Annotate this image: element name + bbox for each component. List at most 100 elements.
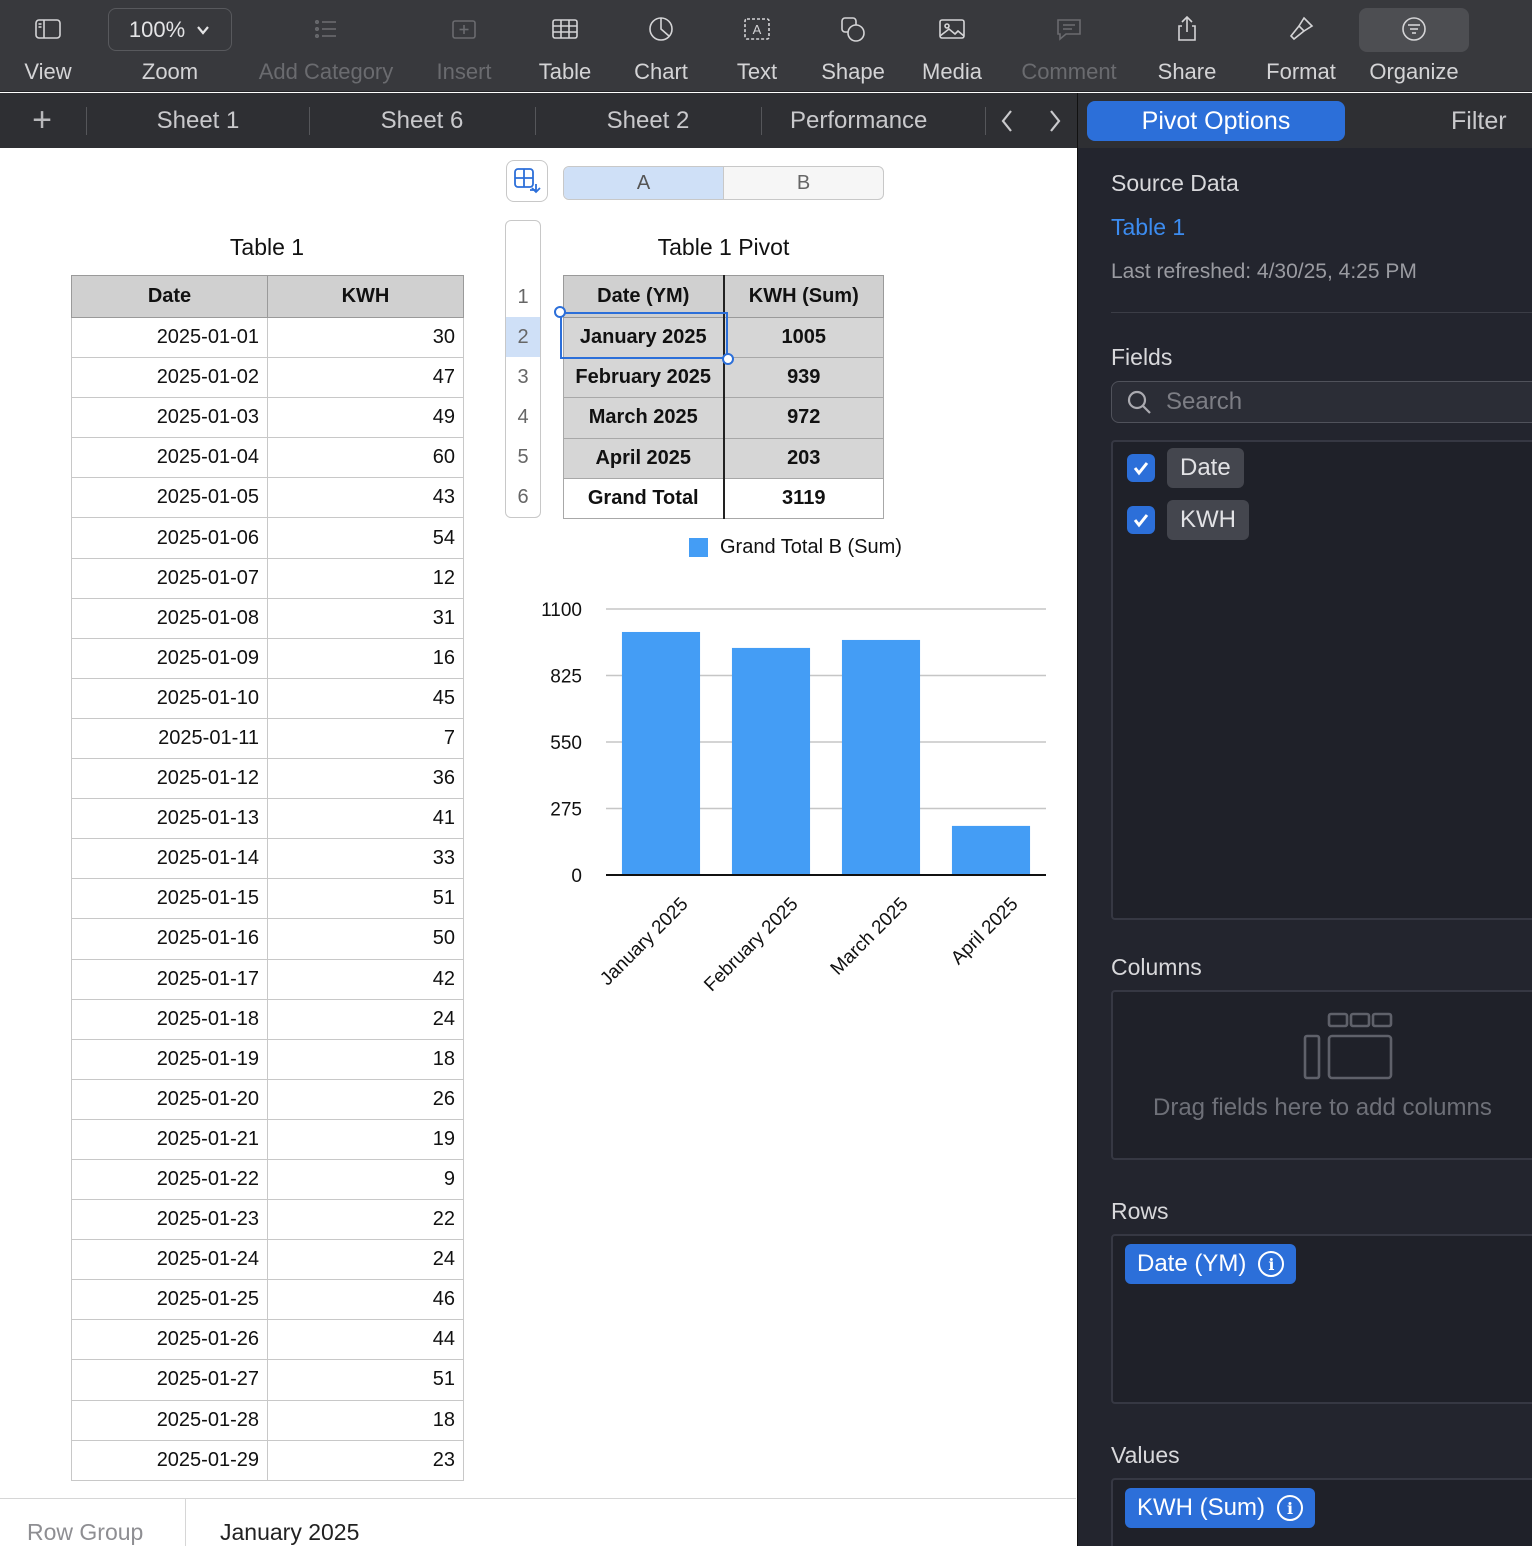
kwh-cell[interactable]: 51 — [267, 878, 464, 920]
date-cell[interactable]: 2025-01-28 — [71, 1399, 268, 1441]
kwh-cell[interactable]: 19 — [267, 1118, 464, 1160]
date-cell[interactable]: 2025-01-27 — [71, 1359, 268, 1401]
date-cell[interactable]: 2025-01-03 — [71, 397, 268, 439]
pivot-cell[interactable]: 1005 — [723, 316, 884, 359]
pivot-cell[interactable]: 203 — [723, 437, 884, 479]
table-button[interactable]: Table — [530, 0, 600, 92]
kwh-cell[interactable]: 24 — [267, 1239, 464, 1281]
format-button[interactable]: Format — [1260, 0, 1342, 92]
kwh-cell[interactable]: 16 — [267, 637, 464, 679]
date-cell[interactable]: 2025-01-07 — [71, 557, 268, 599]
field-item-kwh[interactable]: KWH — [1127, 500, 1249, 540]
comment-button[interactable]: Comment — [1016, 0, 1122, 92]
date-cell[interactable]: 2025-01-15 — [71, 878, 268, 920]
field-pill-date[interactable]: Date — [1167, 448, 1244, 488]
kwh-cell[interactable]: 33 — [267, 838, 464, 880]
date-cell[interactable]: 2025-01-17 — [71, 958, 268, 1000]
date-cell[interactable]: 2025-01-22 — [71, 1158, 268, 1201]
add-sheet-button[interactable]: + — [0, 93, 84, 148]
info-icon[interactable]: i — [1277, 1495, 1303, 1521]
pivot-total-label[interactable]: Grand Total — [563, 477, 725, 519]
tab-sheet-6[interactable]: Sheet 6 — [310, 93, 534, 148]
kwh-cell[interactable]: 23 — [267, 1439, 464, 1481]
kwh-cell[interactable]: 47 — [267, 357, 464, 399]
date-cell[interactable]: 2025-01-05 — [71, 477, 268, 519]
kwh-cell[interactable]: 22 — [267, 1199, 464, 1241]
kwh-cell[interactable]: 49 — [267, 397, 464, 439]
zoom-select[interactable]: 100% — [108, 8, 232, 51]
kwh-cell[interactable]: 9 — [267, 1158, 464, 1201]
info-icon[interactable]: i — [1258, 1251, 1285, 1277]
chart-button[interactable]: Chart — [626, 0, 696, 92]
kwh-cell[interactable]: 41 — [267, 798, 464, 840]
selection-handle-top-left[interactable] — [554, 306, 566, 318]
kwh-cell[interactable]: 51 — [267, 1359, 464, 1401]
table-options-button[interactable] — [506, 160, 548, 202]
date-cell[interactable]: 2025-01-29 — [71, 1439, 268, 1481]
field-checkbox-date[interactable] — [1127, 454, 1155, 482]
values-field-pill[interactable]: KWH (Sum) i — [1125, 1488, 1315, 1528]
selection-handle-bottom-right[interactable] — [722, 353, 734, 365]
row-header-2[interactable]: 2 — [506, 317, 540, 357]
kwh-cell[interactable]: 12 — [267, 557, 464, 599]
date-cell[interactable]: 2025-01-01 — [71, 316, 268, 359]
table1-header-kwh[interactable]: KWH — [267, 275, 464, 318]
date-cell[interactable]: 2025-01-02 — [71, 357, 268, 399]
date-cell[interactable]: 2025-01-20 — [71, 1078, 268, 1120]
date-cell[interactable]: 2025-01-10 — [71, 677, 268, 719]
kwh-cell[interactable]: 7 — [267, 717, 464, 760]
date-cell[interactable]: 2025-01-09 — [71, 637, 268, 679]
tab-sheet-2[interactable]: Sheet 2 — [536, 93, 760, 148]
insert-button[interactable]: Insert — [428, 0, 500, 92]
tab-sheet-1[interactable]: Sheet 1 — [88, 93, 308, 148]
pivot-cell[interactable]: April 2025 — [563, 437, 725, 479]
pivot-cell[interactable]: March 2025 — [563, 397, 725, 439]
kwh-cell[interactable]: 44 — [267, 1319, 464, 1361]
field-checkbox-kwh[interactable] — [1127, 506, 1155, 534]
date-cell[interactable]: 2025-01-04 — [71, 437, 268, 479]
media-button[interactable]: Media — [916, 0, 988, 92]
date-cell[interactable]: 2025-01-06 — [71, 517, 268, 559]
date-cell[interactable]: 2025-01-08 — [71, 597, 268, 639]
date-cell[interactable]: 2025-01-18 — [71, 998, 268, 1040]
bar-chart[interactable]: 0 275 550 825 1100 January 2025 February 2025 M… — [520, 588, 1060, 1008]
column-header-b[interactable]: B — [724, 167, 883, 199]
kwh-cell[interactable]: 46 — [267, 1279, 464, 1321]
tab-scroll-right-button[interactable] — [1038, 93, 1072, 148]
kwh-cell[interactable]: 30 — [267, 316, 464, 359]
date-cell[interactable]: 2025-01-26 — [71, 1319, 268, 1361]
table1-header-date[interactable]: Date — [71, 275, 268, 318]
columns-drop-zone[interactable]: Drag fields here to add columns — [1111, 990, 1532, 1160]
row-header-6[interactable]: 6 — [506, 477, 540, 517]
date-cell[interactable]: 2025-01-12 — [71, 758, 268, 800]
row-header-5[interactable]: 5 — [506, 437, 540, 477]
date-cell[interactable]: 2025-01-25 — [71, 1279, 268, 1321]
kwh-cell[interactable]: 31 — [267, 597, 464, 639]
date-cell[interactable]: 2025-01-11 — [71, 717, 268, 760]
kwh-cell[interactable]: 18 — [267, 1038, 464, 1080]
rows-field-pill[interactable]: Date (YM) i — [1125, 1244, 1297, 1284]
kwh-cell[interactable]: 45 — [267, 677, 464, 719]
kwh-cell[interactable]: 24 — [267, 998, 464, 1040]
date-cell[interactable]: 2025-01-24 — [71, 1239, 268, 1281]
row-header-1[interactable]: 1 — [506, 277, 540, 317]
pivot-cell[interactable]: 972 — [723, 397, 884, 439]
view-button[interactable]: View — [10, 0, 86, 92]
date-cell[interactable]: 2025-01-14 — [71, 838, 268, 880]
rows-drop-zone[interactable]: Date (YM) i — [1111, 1234, 1532, 1404]
field-pill-kwh[interactable]: KWH — [1167, 500, 1249, 540]
kwh-cell[interactable]: 54 — [267, 517, 464, 559]
pivot-cell[interactable]: 939 — [723, 357, 884, 399]
share-button[interactable]: Share — [1152, 0, 1222, 92]
field-item-date[interactable]: Date — [1127, 448, 1244, 488]
date-cell[interactable]: 2025-01-21 — [71, 1118, 268, 1160]
kwh-cell[interactable]: 18 — [267, 1399, 464, 1441]
shape-button[interactable]: Shape — [816, 0, 890, 92]
date-cell[interactable]: 2025-01-23 — [71, 1199, 268, 1241]
search-input[interactable] — [1166, 388, 1466, 416]
date-cell[interactable]: 2025-01-13 — [71, 798, 268, 840]
tab-pivot-options[interactable]: Pivot Options — [1087, 101, 1345, 141]
kwh-cell[interactable]: 43 — [267, 477, 464, 519]
pivot-header-kwh-sum[interactable]: KWH (Sum) — [723, 275, 884, 318]
row-header-3[interactable]: 3 — [506, 357, 540, 397]
